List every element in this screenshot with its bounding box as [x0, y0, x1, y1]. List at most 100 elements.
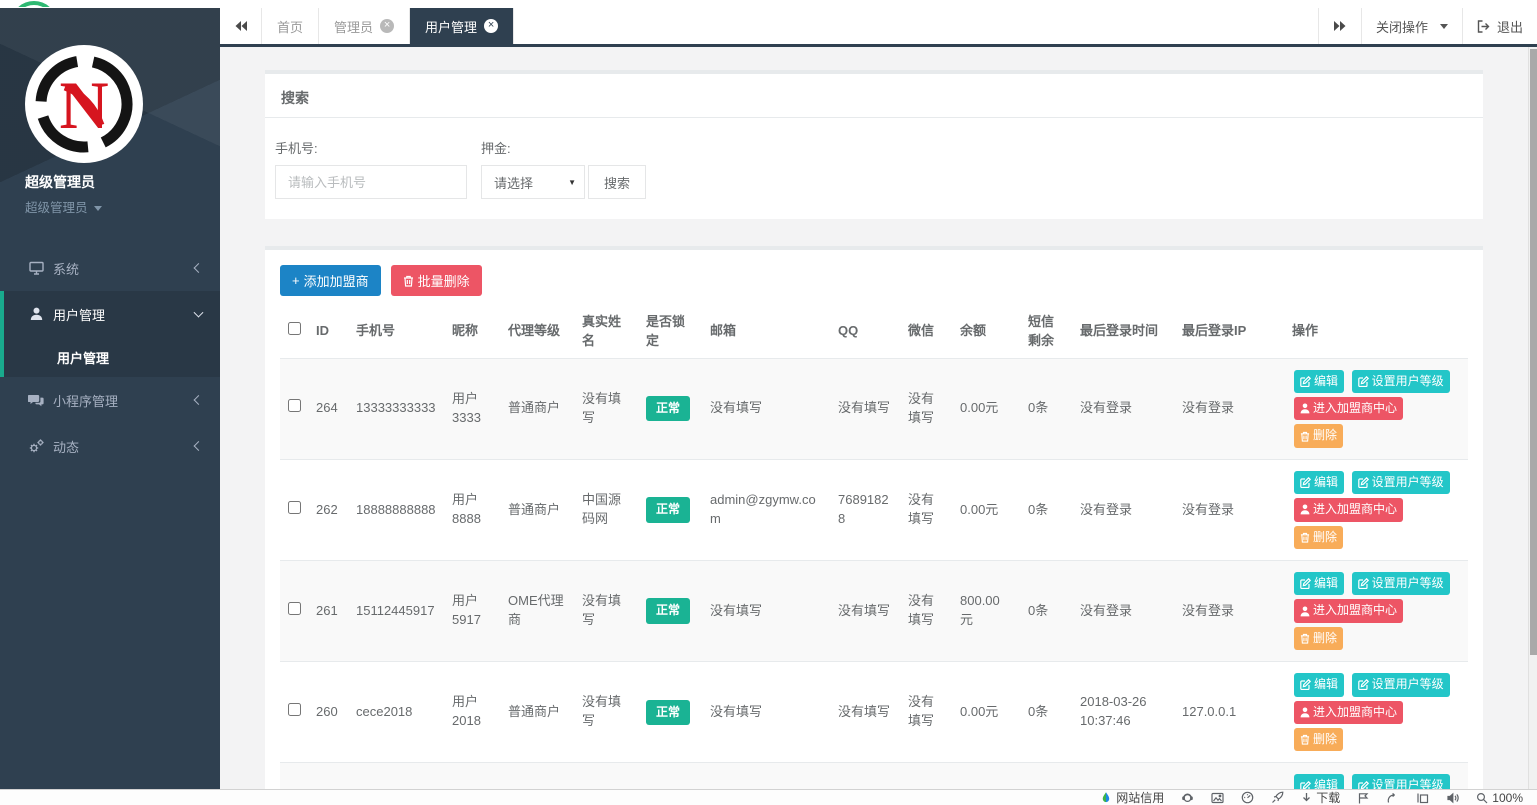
- sidebar: N 超级管理员 超级管理员 系统: [0, 8, 220, 789]
- edit-icon: [1358, 477, 1369, 488]
- edit-icon: [1300, 477, 1311, 488]
- trash-icon: [1300, 532, 1310, 543]
- row-checkbox[interactable]: [288, 501, 301, 514]
- user-table-body: 264 13333333333 用户 3333 普通商户 没有填写 正常 没有填…: [280, 358, 1468, 789]
- phone-field-group: 手机号:: [275, 138, 467, 199]
- profile-role-dropdown[interactable]: 超级管理员: [25, 197, 220, 216]
- edit-button[interactable]: 编辑: [1294, 774, 1344, 789]
- deposit-select[interactable]: 请选择 ▼: [481, 165, 585, 199]
- user-icon: [1300, 606, 1310, 617]
- screenshot-button[interactable]: [1211, 792, 1224, 804]
- cell-id: 260: [308, 662, 348, 763]
- col-actions: 操作: [1284, 306, 1468, 358]
- logout-button[interactable]: 退出: [1462, 8, 1537, 44]
- set-user-level-button[interactable]: 设置用户等级: [1352, 572, 1450, 595]
- cell-nickname: 用户 5917: [444, 561, 500, 662]
- user-icon: [28, 307, 44, 321]
- speed-dial-button[interactable]: [1241, 791, 1254, 804]
- cell-sms-left: 0条: [1020, 763, 1072, 789]
- cell-balance: 0.00元: [952, 358, 1020, 459]
- delete-button[interactable]: 删除: [1294, 627, 1343, 650]
- edit-icon: [1358, 578, 1369, 589]
- tab-user-management[interactable]: 用户管理 ×: [410, 8, 514, 44]
- cell-last-login-ip: 127.0.0.1: [1174, 662, 1284, 763]
- set-user-level-button[interactable]: 设置用户等级: [1352, 370, 1450, 393]
- service-button[interactable]: [1181, 791, 1194, 804]
- tab-home[interactable]: 首页: [262, 8, 319, 44]
- cell-actions: 编辑 设置用户等级 进入加盟商中心 删除: [1284, 459, 1468, 560]
- close-tab-icon[interactable]: ×: [380, 19, 394, 33]
- close-tab-icon[interactable]: ×: [484, 19, 498, 33]
- zoom-button[interactable]: 100%: [1476, 791, 1523, 805]
- cell-last-login-time: 没有登录: [1072, 763, 1174, 789]
- add-franchisee-button[interactable]: +添加加盟商: [280, 265, 381, 296]
- phone-input[interactable]: [275, 165, 467, 199]
- site-credit-button[interactable]: 网站信用: [1100, 789, 1164, 805]
- enter-franchisee-center-button[interactable]: 进入加盟商中心: [1294, 498, 1403, 521]
- scrollbar-thumb[interactable]: [1530, 49, 1537, 655]
- enter-franchisee-center-button[interactable]: 进入加盟商中心: [1294, 701, 1403, 724]
- sidebar-item-dynamic[interactable]: 动态: [0, 423, 220, 469]
- mute-button[interactable]: [1446, 792, 1459, 804]
- row-checkbox[interactable]: [288, 602, 301, 615]
- tabs-scroll-left-button[interactable]: [220, 8, 262, 44]
- magnifier-icon: [1476, 792, 1488, 804]
- sidebar-item-miniprogram[interactable]: 小程序管理: [0, 377, 220, 423]
- cell-wechat: 没有填写: [900, 662, 952, 763]
- accelerator-button[interactable]: [1271, 791, 1284, 804]
- edit-button[interactable]: 编辑: [1294, 370, 1344, 393]
- cell-last-login-time: 没有登录: [1072, 358, 1174, 459]
- tabs-scroll-right-button[interactable]: [1318, 8, 1361, 44]
- window-mode-button[interactable]: [1416, 792, 1429, 804]
- delete-button[interactable]: 删除: [1294, 424, 1343, 447]
- delete-button[interactable]: 删除: [1294, 728, 1343, 751]
- edit-button[interactable]: 编辑: [1294, 471, 1344, 494]
- gears-icon: [28, 439, 44, 453]
- cell-wechat: 没有填写: [900, 358, 952, 459]
- trash-icon: [1300, 633, 1310, 644]
- plus-icon: +: [292, 273, 300, 288]
- batch-delete-button[interactable]: 批量删除: [391, 265, 482, 296]
- close-operations-dropdown[interactable]: 关闭操作: [1361, 8, 1462, 44]
- cell-actions: 编辑 设置用户等级 进入加盟商中心 删除: [1284, 561, 1468, 662]
- enter-franchisee-center-button[interactable]: 进入加盟商中心: [1294, 397, 1403, 420]
- set-user-level-button[interactable]: 设置用户等级: [1352, 774, 1450, 789]
- flag-icon: [1357, 792, 1369, 804]
- col-nickname: 昵称: [444, 306, 500, 358]
- delete-button[interactable]: 删除: [1294, 526, 1343, 549]
- chevron-left-icon: [194, 441, 204, 451]
- speed-gauge-icon: [1241, 791, 1254, 804]
- search-button[interactable]: 搜索: [588, 165, 646, 199]
- sidebar-menu: 系统 用户管理 用户管理: [0, 245, 220, 469]
- sidebar-item-user-management[interactable]: 用户管理: [4, 291, 220, 337]
- cell-last-login-ip: 没有登录: [1174, 561, 1284, 662]
- trash-icon: [1300, 431, 1310, 442]
- tab-admin[interactable]: 管理员 ×: [319, 8, 410, 44]
- flag-button[interactable]: [1357, 792, 1369, 804]
- sidebar-subitem-user-management[interactable]: 用户管理: [4, 337, 220, 377]
- row-checkbox[interactable]: [288, 399, 301, 412]
- download-button[interactable]: 下载: [1301, 789, 1340, 805]
- sidebar-item-system[interactable]: 系统: [0, 245, 220, 291]
- svg-text:N: N: [59, 67, 108, 143]
- mouse-gesture-button[interactable]: [1386, 792, 1399, 804]
- row-checkbox[interactable]: [288, 703, 301, 716]
- user-table-panel: +添加加盟商 批量删除: [265, 246, 1483, 789]
- page-top-logo-fragment: [12, 0, 60, 7]
- edit-button[interactable]: 编辑: [1294, 673, 1344, 696]
- cell-phone: cece2018: [348, 662, 444, 763]
- top-strip: [0, 0, 1537, 8]
- col-agent-level: 代理等级: [500, 306, 574, 358]
- set-user-level-button[interactable]: 设置用户等级: [1352, 471, 1450, 494]
- cell-balance: 0.00元: [952, 763, 1020, 789]
- enter-franchisee-center-button[interactable]: 进入加盟商中心: [1294, 599, 1403, 622]
- service-icon: [1181, 791, 1194, 804]
- set-user-level-button[interactable]: 设置用户等级: [1352, 673, 1450, 696]
- logout-icon: [1477, 20, 1491, 33]
- caret-down-icon: [94, 206, 102, 211]
- select-all-checkbox[interactable]: [288, 322, 301, 335]
- cell-balance: 800.00元: [952, 561, 1020, 662]
- vertical-scrollbar[interactable]: [1528, 47, 1537, 789]
- cell-email: 没有填写: [702, 763, 830, 789]
- edit-button[interactable]: 编辑: [1294, 572, 1344, 595]
